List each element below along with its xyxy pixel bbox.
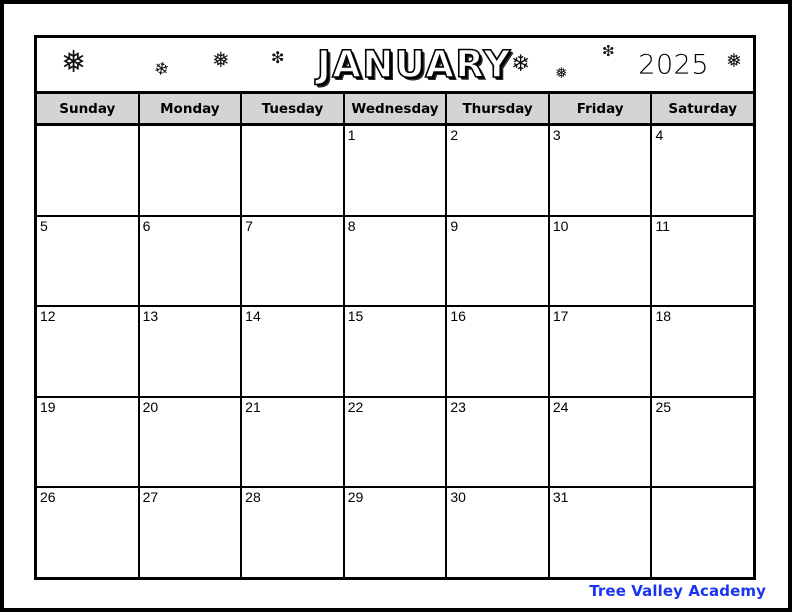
calendar-table: ❅ ❄ ❅ ❇ ❄ ❅ ❇ ❅ JANUARY 2025 Sunday Monday Tuesda… [34, 35, 756, 580]
day-number: 11 [655, 217, 671, 234]
week-row: 1 2 3 4 [37, 126, 754, 217]
day-number: 13 [142, 308, 159, 325]
week-row: 26 27 28 29 30 31 [37, 488, 754, 577]
day-cell-15[interactable]: 15 [344, 307, 448, 396]
day-cell-26[interactable]: 26 [37, 488, 140, 577]
day-number: 26 [40, 489, 56, 506]
day-number: 15 [347, 308, 364, 325]
day-number: 20 [142, 398, 159, 415]
day-cell-12[interactable]: 12 [37, 307, 140, 396]
snowflake-icon: ❅ [61, 46, 87, 79]
day-number: 10 [552, 217, 569, 234]
day-cell-3[interactable]: 3 [549, 126, 653, 215]
day-number: 2 [450, 127, 459, 143]
day-cell-empty[interactable] [242, 126, 345, 215]
day-cell-21[interactable]: 21 [242, 397, 345, 487]
day-number: 9 [450, 217, 459, 234]
day-cell-28[interactable]: 28 [242, 488, 345, 577]
day-cell-10[interactable]: 10 [549, 216, 653, 306]
day-number: 21 [245, 398, 261, 415]
day-number: 31 [552, 489, 569, 506]
day-number: 30 [450, 489, 466, 506]
snowflake-icon: ❅ [726, 51, 742, 72]
day-cell-24[interactable]: 24 [549, 397, 653, 487]
day-cell-20[interactable]: 20 [139, 397, 243, 487]
calendar-week-grid: 1 2 3 4 5 6 7 8 9 10 11 12 13 14 15 16 17 18 19 20 21 22 23 24 2… [37, 126, 754, 577]
day-cell-16[interactable]: 16 [447, 307, 550, 396]
day-number: 17 [552, 308, 569, 325]
weekday-header-sunday: Sunday [37, 94, 140, 123]
day-cell-31[interactable]: 31 [549, 488, 653, 577]
day-number: 3 [552, 127, 561, 143]
weekday-header-tuesday: Tuesday [242, 94, 345, 123]
day-cell-18[interactable]: 18 [652, 307, 754, 396]
day-cell-7[interactable]: 7 [242, 216, 345, 306]
snowflake-icon: ❅ [212, 49, 230, 72]
week-row: 19 20 21 22 23 24 25 [37, 397, 754, 489]
day-cell-9[interactable]: 9 [447, 216, 550, 306]
day-cell-11[interactable]: 11 [652, 216, 754, 306]
day-cell-8[interactable]: 8 [344, 216, 448, 306]
day-number: 7 [245, 217, 253, 234]
day-cell-13[interactable]: 13 [139, 307, 243, 396]
snowflake-icon: ❇ [271, 50, 285, 67]
weekday-header-thursday: Thursday [447, 94, 550, 123]
day-cell-2[interactable]: 2 [447, 126, 550, 215]
branding-label: Tree Valley Academy [589, 582, 766, 600]
day-number: 29 [347, 489, 364, 506]
week-row: 12 13 14 15 16 17 18 [37, 307, 754, 398]
day-cell-27[interactable]: 27 [139, 488, 243, 577]
day-number: 18 [655, 308, 672, 325]
week-row: 5 6 7 8 9 10 11 [37, 216, 754, 308]
day-number: 12 [40, 308, 56, 325]
day-cell-empty[interactable] [139, 126, 243, 215]
day-cell-6[interactable]: 6 [139, 216, 243, 306]
day-number: 19 [40, 398, 56, 415]
month-title: JANUARY [316, 42, 512, 86]
weekday-header-row: Sunday Monday Tuesday Wednesday Thursday Frid… [37, 94, 754, 126]
snowflake-icon: ❇ [602, 43, 615, 60]
day-number: 28 [245, 489, 261, 506]
day-cell-23[interactable]: 23 [447, 397, 550, 487]
calendar-page: ❅ ❄ ❅ ❇ ❄ ❅ ❇ ❅ JANUARY 2025 Sunday Monday Tuesda… [0, 0, 792, 612]
weekday-header-friday: Friday [549, 94, 653, 123]
day-cell-30[interactable]: 30 [447, 488, 550, 577]
day-number: 14 [245, 308, 261, 325]
day-number: 6 [142, 217, 151, 234]
day-number: 1 [347, 127, 356, 143]
day-cell-empty[interactable] [37, 126, 140, 215]
day-number: 27 [142, 489, 159, 506]
day-number: 16 [450, 308, 466, 325]
day-number: 25 [655, 398, 672, 415]
day-number: 24 [552, 398, 569, 415]
snowflake-icon: ❄ [511, 50, 531, 76]
day-cell-29[interactable]: 29 [344, 488, 448, 577]
snowflake-icon: ❅ [555, 65, 568, 82]
weekday-header-saturday: Saturday [652, 94, 754, 123]
weekday-header-monday: Monday [139, 94, 243, 123]
day-number: 23 [450, 398, 466, 415]
day-cell-empty[interactable] [652, 488, 754, 577]
day-cell-1[interactable]: 1 [344, 126, 448, 215]
day-cell-17[interactable]: 17 [549, 307, 653, 396]
day-number: 8 [347, 217, 356, 234]
day-number: 22 [347, 398, 364, 415]
weekday-header-wednesday: Wednesday [344, 94, 448, 123]
day-cell-5[interactable]: 5 [37, 216, 140, 306]
day-number: 4 [655, 127, 664, 143]
day-cell-14[interactable]: 14 [242, 307, 345, 396]
calendar-title-bar: ❅ ❄ ❅ ❇ ❄ ❅ ❇ ❅ JANUARY 2025 [37, 38, 753, 94]
snowflake-icon: ❄ [152, 57, 172, 81]
day-cell-4[interactable]: 4 [652, 126, 754, 215]
day-number: 5 [40, 217, 48, 234]
day-cell-22[interactable]: 22 [344, 397, 448, 487]
day-cell-19[interactable]: 19 [37, 397, 140, 487]
day-cell-25[interactable]: 25 [652, 397, 754, 487]
year-label: 2025 [638, 49, 709, 80]
